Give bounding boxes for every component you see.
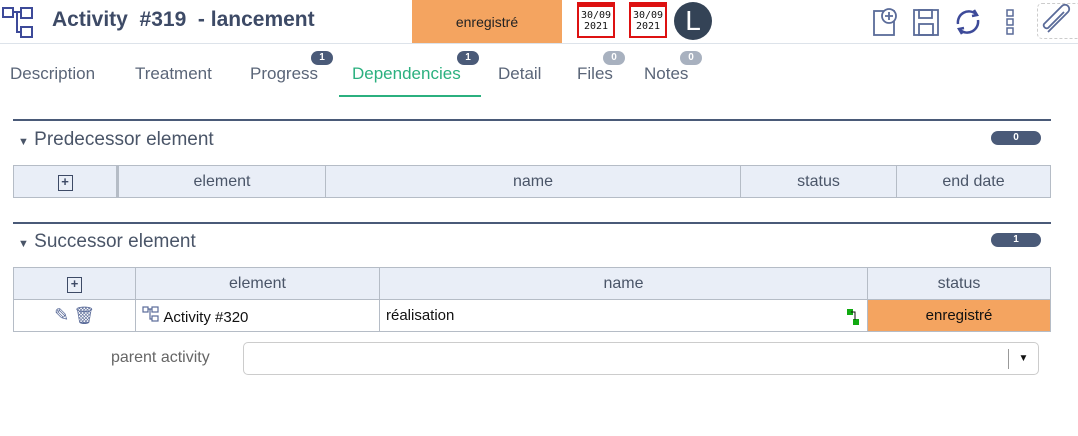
avatar[interactable]: L	[674, 2, 712, 40]
successor-divider	[13, 222, 1051, 224]
collapse-caret-icon: ▼	[18, 238, 29, 250]
col-name: name	[379, 267, 868, 300]
plus-icon: +	[57, 174, 73, 191]
end-date-calendar-icon: 30/09 2021	[629, 2, 667, 38]
status-badge[interactable]: enregistré	[412, 0, 562, 43]
col-status: status	[867, 267, 1051, 300]
col-status: status	[740, 165, 897, 198]
tab-progress[interactable]: Progress	[250, 64, 318, 84]
progress-badge: 1	[311, 51, 333, 65]
predecessor-title: Predecessor element	[34, 129, 214, 150]
tab-description[interactable]: Description	[10, 64, 95, 84]
files-badge: 0	[603, 51, 625, 65]
start-date-calendar-icon: 30/09 2021	[577, 2, 615, 38]
col-end-date: end date	[896, 165, 1051, 198]
trash-icon[interactable]: 🗑	[73, 306, 95, 325]
add-predecessor-button[interactable]: +	[13, 165, 119, 198]
tab-notes[interactable]: Notes	[644, 64, 688, 84]
successor-title: Successor element	[34, 231, 196, 252]
paperclip-icon	[1042, 3, 1071, 33]
row-name: réalisation	[386, 307, 455, 324]
tab-files[interactable]: Files	[577, 64, 613, 84]
start-date-year: 2021	[583, 21, 609, 32]
refresh-icon[interactable]	[952, 6, 984, 38]
collapse-caret-icon: ▼	[18, 136, 29, 148]
attachment-button[interactable]	[1037, 3, 1078, 39]
successor-count: 1	[991, 233, 1041, 247]
row-element[interactable]: Activity #320	[163, 309, 248, 326]
col-name: name	[325, 165, 741, 198]
col-element: element	[135, 267, 380, 300]
predecessor-section-toggle[interactable]: ▼ Predecessor element	[18, 129, 214, 151]
start-date-day: 30/09	[580, 10, 612, 21]
tab-dependencies[interactable]: Dependencies	[352, 64, 461, 84]
tab-detail[interactable]: Detail	[498, 64, 541, 84]
end-date-day: 30/09	[632, 10, 664, 21]
activity-icon	[142, 305, 159, 322]
parent-activity-select[interactable]: ▼	[243, 342, 1039, 375]
col-element: element	[117, 165, 326, 198]
dependency-link-icon[interactable]	[847, 309, 859, 325]
predecessor-count: 0	[991, 131, 1041, 145]
header-divider	[0, 43, 1078, 44]
plus-icon: +	[67, 276, 82, 293]
predecessor-table: + element name status end date	[13, 165, 1051, 198]
save-icon[interactable]	[912, 7, 940, 37]
parent-activity-label: parent activity	[111, 349, 210, 366]
successor-section-toggle[interactable]: ▼ Successor element	[18, 231, 196, 253]
successor-table: + element name status ✎ 🗑 Activity #320 …	[13, 267, 1051, 332]
active-tab-underline	[339, 95, 481, 97]
row-status: enregistré	[867, 299, 1051, 332]
add-successor-button[interactable]: +	[13, 267, 136, 300]
dependencies-badge: 1	[457, 51, 479, 65]
edit-icon[interactable]: ✎	[54, 305, 69, 325]
table-row: ✎ 🗑 Activity #320 réalisation enregistré	[13, 299, 1051, 332]
page-title: Activity #319 - lancement	[52, 8, 315, 31]
more-menu-icon[interactable]	[1005, 9, 1015, 35]
predecessor-divider	[13, 119, 1051, 121]
end-date-year: 2021	[635, 21, 661, 32]
notes-badge: 0	[680, 51, 702, 65]
tab-treatment[interactable]: Treatment	[135, 64, 212, 84]
new-item-icon[interactable]	[872, 7, 900, 37]
activity-icon	[2, 7, 33, 38]
dropdown-arrow-icon[interactable]: ▼	[1008, 349, 1038, 369]
